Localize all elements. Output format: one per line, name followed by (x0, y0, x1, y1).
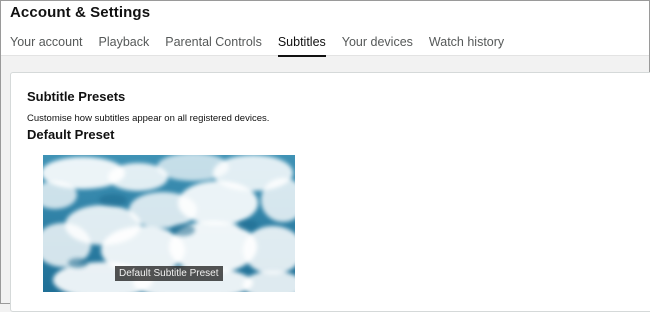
subtitles-content-card: Subtitle Presets Customise how subtitles… (10, 72, 650, 312)
section-description: Customise how subtitles appear on all re… (27, 113, 270, 124)
preset-name: Default Preset (27, 127, 115, 142)
tab-parental-controls[interactable]: Parental Controls (165, 35, 262, 57)
settings-header: Account & Settings Your account Playback… (1, 1, 649, 57)
window-frame: Account & Settings Your account Playback… (0, 0, 650, 312)
tab-playback[interactable]: Playback (99, 35, 150, 57)
tab-watch-history[interactable]: Watch history (429, 35, 504, 57)
page-title: Account & Settings (10, 4, 151, 21)
section-title: Subtitle Presets (27, 89, 126, 104)
tab-your-devices[interactable]: Your devices (342, 35, 413, 57)
settings-tabs: Your account Playback Parental Controls … (10, 35, 520, 57)
subtitle-preset-preview[interactable]: Default Subtitle Preset (43, 155, 295, 292)
tab-your-account[interactable]: Your account (10, 35, 83, 57)
subtitle-preview-caption: Default Subtitle Preset (115, 266, 223, 281)
tab-subtitles[interactable]: Subtitles (277, 35, 326, 57)
